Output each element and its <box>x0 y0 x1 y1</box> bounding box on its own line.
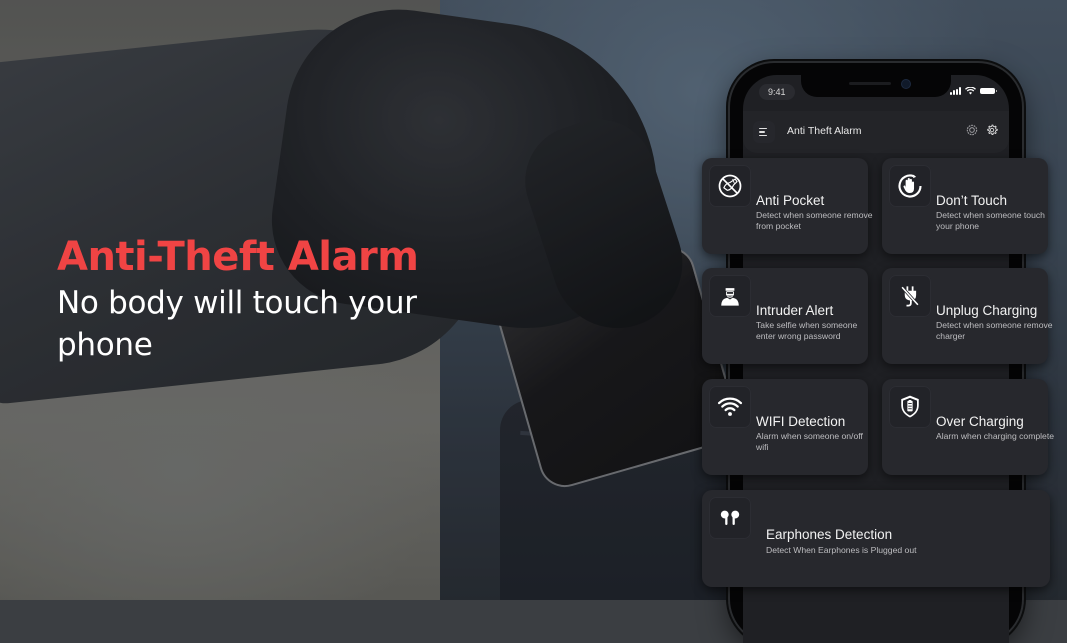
phone-notch <box>801 75 951 97</box>
headline-title: Anti-Theft Alarm <box>57 234 419 280</box>
app-header: Anti Theft Alarm <box>743 111 1009 153</box>
feature-description: Detect when someone touch your phone <box>936 210 1045 231</box>
headline: Anti-Theft Alarm No body will touch your… <box>57 232 477 366</box>
signal-icon <box>950 87 961 95</box>
earbuds-icon <box>720 510 740 525</box>
feature-title: Earphones Detection <box>766 527 893 542</box>
feature-description: Detect When Earphones is Plugged out <box>766 545 917 555</box>
feature-card-wifi-detection[interactable]: WIFI Detection Alarm when someone on/off… <box>702 379 868 475</box>
wifi-icon <box>717 397 743 416</box>
battery-icon <box>980 88 997 94</box>
hamburger-menu-button[interactable] <box>753 121 775 143</box>
feature-description: Detect when someone remove charger <box>936 320 1053 341</box>
feature-title: Over Charging <box>936 414 1024 429</box>
status-time: 9:41 <box>759 84 795 100</box>
front-camera <box>901 79 911 89</box>
feature-description: Alarm when charging complete <box>936 431 1054 441</box>
feature-card-over-charging[interactable]: Over Charging Alarm when charging comple… <box>882 379 1054 475</box>
feature-title: Intruder Alert <box>756 303 834 318</box>
stop-hand-icon <box>898 174 922 198</box>
status-icons <box>950 87 997 95</box>
no-pocket-icon <box>718 174 742 198</box>
wifi-icon <box>965 87 976 95</box>
feature-card-intruder-alert[interactable]: Intruder Alert Take selfie when someone … <box>702 268 868 364</box>
headline-subtitle: No body will touch your phone <box>57 285 417 363</box>
app-title: Anti Theft Alarm <box>787 125 862 137</box>
gear-badge-icon[interactable] <box>965 123 979 137</box>
feature-title: WIFI Detection <box>756 414 846 429</box>
feature-description: Take selfie when someone enter wrong pas… <box>756 320 858 341</box>
feature-card-earphones-detection[interactable]: Earphones Detection Detect When Earphone… <box>702 490 1050 587</box>
header-actions <box>965 123 999 137</box>
feature-description: Alarm when someone on/off wifi <box>756 431 863 452</box>
feature-card-dont-touch[interactable]: Don’t Touch Detect when someone touch yo… <box>882 158 1048 254</box>
feature-title: Unplug Charging <box>936 303 1038 318</box>
intruder-icon <box>721 288 739 306</box>
feature-card-unplug-charging[interactable]: Unplug Charging Detect when someone remo… <box>882 268 1053 364</box>
feature-title: Anti Pocket <box>756 193 825 208</box>
notch-speaker <box>849 82 891 85</box>
unplug-icon <box>900 286 920 307</box>
feature-card-anti-pocket[interactable]: Anti Pocket Detect when someone remove f… <box>702 158 873 254</box>
settings-gear-icon[interactable] <box>985 123 999 137</box>
feature-description: Detect when someone remove from pocket <box>756 210 873 231</box>
hamburger-menu-icon <box>759 127 767 130</box>
battery-shield-icon <box>901 395 919 418</box>
feature-title: Don’t Touch <box>936 193 1008 208</box>
